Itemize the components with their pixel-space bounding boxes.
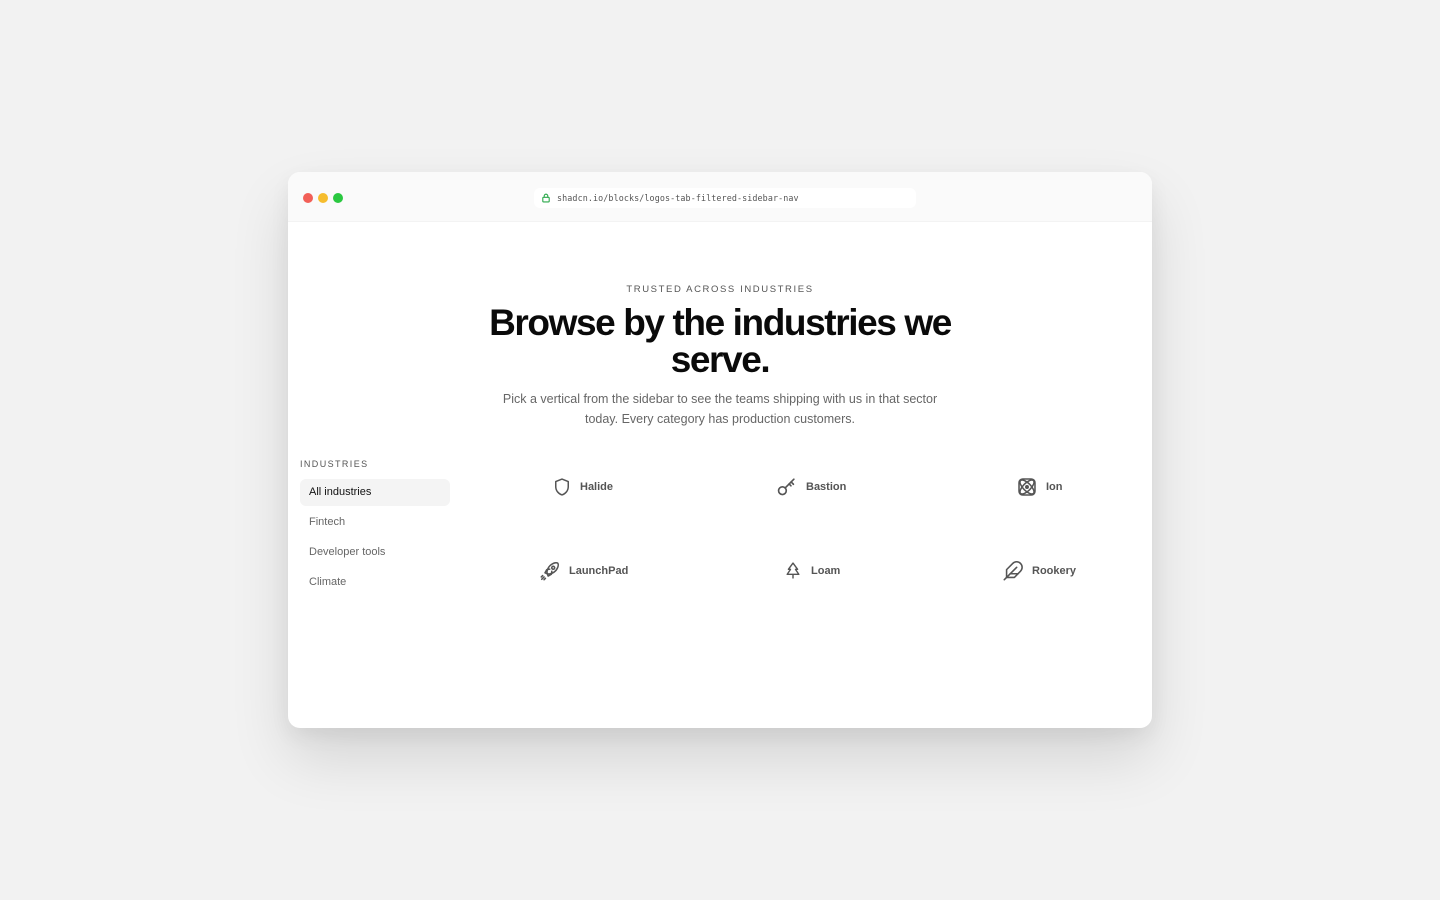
- sidebar-item-fintech[interactable]: Fintech: [300, 509, 450, 536]
- logo-name: Loam: [811, 565, 841, 577]
- address-bar[interactable]: shadcn.io/blocks/logos-tab-filtered-side…: [534, 188, 916, 208]
- close-window-button[interactable]: [303, 193, 313, 203]
- logo-bastion: Bastion: [776, 475, 846, 499]
- logo-rookery: Rookery: [1002, 559, 1076, 583]
- logo-name: Bastion: [806, 481, 847, 493]
- eyebrow-label: TRUSTED ACROSS INDUSTRIES: [626, 284, 814, 295]
- logo-name: Ion: [1046, 481, 1063, 493]
- logo-launchpad: LaunchPad: [539, 559, 628, 583]
- browser-window: shadcn.io/blocks/logos-tab-filtered-side…: [288, 172, 1152, 728]
- logo-name: Halide: [580, 481, 614, 493]
- browser-titlebar: shadcn.io/blocks/logos-tab-filtered-side…: [288, 172, 1152, 222]
- url-text: shadcn.io/blocks/logos-tab-filtered-side…: [557, 193, 799, 203]
- logo-loam: Loam: [783, 559, 840, 583]
- key-icon: [776, 476, 798, 498]
- rocket-icon: [539, 560, 561, 582]
- sidebar-heading: INDUSTRIES: [300, 459, 369, 469]
- tree-icon: [783, 561, 803, 581]
- logo-halide: Halide: [552, 475, 613, 499]
- logo-name: Rookery: [1032, 565, 1077, 577]
- maximize-window-button[interactable]: [333, 193, 343, 203]
- minimize-window-button[interactable]: [318, 193, 328, 203]
- logo-name: LaunchPad: [569, 565, 629, 577]
- shield-icon: [552, 477, 572, 497]
- feather-icon: [1002, 560, 1024, 582]
- logo-ion: Ion: [1016, 475, 1063, 499]
- page-title: Browse by the industries we serve.: [489, 302, 952, 380]
- lock-icon: [541, 193, 551, 203]
- sidebar-item-developer-tools[interactable]: Developer tools: [300, 539, 450, 566]
- sidebar-item-all-industries[interactable]: All industries: [300, 479, 450, 506]
- sidebar-item-climate[interactable]: Climate: [300, 569, 450, 596]
- atom-icon: [1016, 476, 1038, 498]
- page-description: Pick a vertical from the sidebar to see …: [502, 392, 938, 426]
